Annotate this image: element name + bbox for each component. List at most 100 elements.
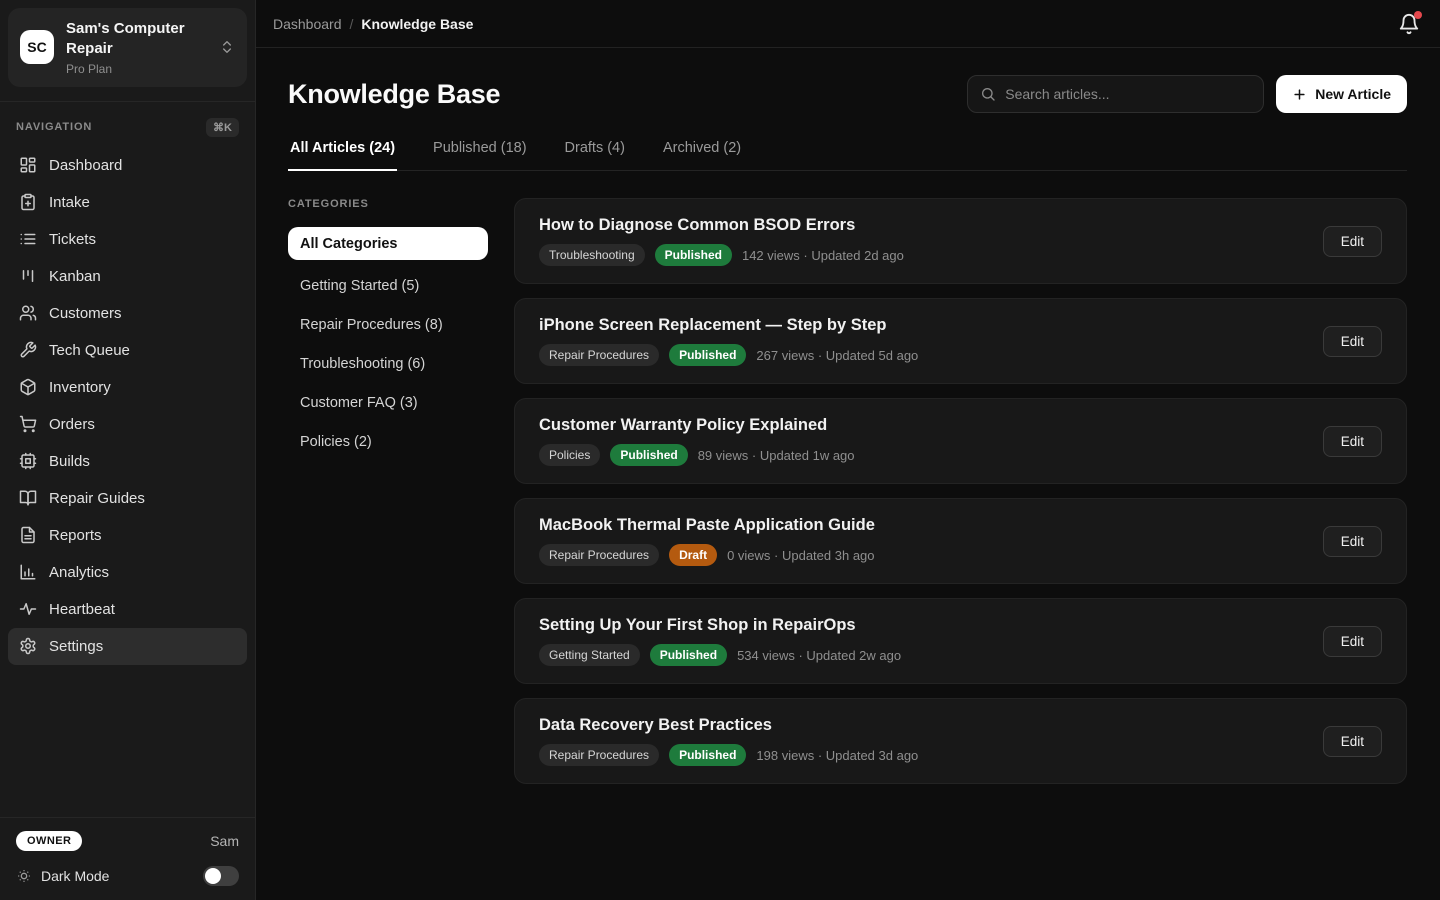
sidebar-item-reports[interactable]: Reports <box>8 517 247 554</box>
notification-dot <box>1414 11 1422 19</box>
article-status-badge: Published <box>655 244 732 266</box>
article-category-tag: Policies <box>539 444 600 466</box>
notifications-button[interactable] <box>1396 11 1422 37</box>
workspace-name: Sam's Computer Repair <box>66 19 207 60</box>
sidebar-item-kanban[interactable]: Kanban <box>8 258 247 295</box>
article-title: iPhone Screen Replacement — Step by Step <box>539 316 918 335</box>
edit-button[interactable]: Edit <box>1323 226 1382 257</box>
wrench-icon <box>19 341 37 359</box>
sun-icon <box>16 868 32 884</box>
article-category-tag: Troubleshooting <box>539 244 645 266</box>
dark-mode-label: Dark Mode <box>41 868 194 884</box>
article-title: How to Diagnose Common BSOD Errors <box>539 216 904 235</box>
tab-drafts[interactable]: Drafts (4) <box>563 140 627 171</box>
content: Knowledge Base New Article All Articles … <box>256 48 1440 900</box>
article-category-tag: Repair Procedures <box>539 344 659 366</box>
file-text-icon <box>19 526 37 544</box>
navigation-section-label: NAVIGATION <box>16 121 92 133</box>
tab-archived[interactable]: Archived (2) <box>661 140 743 171</box>
pulse-icon <box>19 600 37 618</box>
article-meta: 534 views · Updated 2w ago <box>737 648 901 663</box>
sidebar: SC Sam's Computer Repair Pro Plan NAVIGA… <box>0 0 256 900</box>
sidebar-item-orders[interactable]: Orders <box>8 406 247 443</box>
sidebar-item-dashboard[interactable]: Dashboard <box>8 147 247 184</box>
sidebar-item-label: Kanban <box>49 268 101 285</box>
gear-icon <box>19 637 37 655</box>
sidebar-item-heartbeat[interactable]: Heartbeat <box>8 591 247 628</box>
sidebar-item-inventory[interactable]: Inventory <box>8 369 247 406</box>
sidebar-item-label: Reports <box>49 527 102 544</box>
article-tabs: All Articles (24) Published (18) Drafts … <box>288 140 1407 171</box>
search-box <box>967 75 1264 113</box>
dark-mode-toggle[interactable] <box>203 866 239 886</box>
article-title: Customer Warranty Policy Explained <box>539 416 855 435</box>
article-category-tag: Repair Procedures <box>539 544 659 566</box>
sidebar-item-customers[interactable]: Customers <box>8 295 247 332</box>
bar-chart-icon <box>19 563 37 581</box>
article-card: Customer Warranty Policy Explained Polic… <box>514 398 1407 484</box>
list-icon <box>19 230 37 248</box>
book-open-icon <box>19 489 37 507</box>
sidebar-item-analytics[interactable]: Analytics <box>8 554 247 591</box>
sidebar-item-builds[interactable]: Builds <box>8 443 247 480</box>
category-troubleshooting[interactable]: Troubleshooting (6) <box>288 344 488 383</box>
article-title: Data Recovery Best Practices <box>539 716 918 735</box>
article-card: iPhone Screen Replacement — Step by Step… <box>514 298 1407 384</box>
article-title: MacBook Thermal Paste Application Guide <box>539 516 875 535</box>
sidebar-item-tickets[interactable]: Tickets <box>8 221 247 258</box>
edit-button[interactable]: Edit <box>1323 526 1382 557</box>
article-meta: 89 views · Updated 1w ago <box>698 448 855 463</box>
article-category-tag: Getting Started <box>539 644 640 666</box>
cart-icon <box>19 415 37 433</box>
sidebar-item-label: Heartbeat <box>49 601 115 618</box>
article-category-tag: Repair Procedures <box>539 744 659 766</box>
sidebar-item-intake[interactable]: Intake <box>8 184 247 221</box>
article-status-badge: Published <box>669 344 746 366</box>
package-icon <box>19 378 37 396</box>
breadcrumb-dashboard-link[interactable]: Dashboard <box>273 16 342 32</box>
tab-all-articles[interactable]: All Articles (24) <box>288 140 397 171</box>
sidebar-item-label: Inventory <box>49 379 111 396</box>
edit-button[interactable]: Edit <box>1323 626 1382 657</box>
sidebar-item-label: Repair Guides <box>49 490 145 507</box>
article-card: How to Diagnose Common BSOD Errors Troub… <box>514 198 1407 284</box>
users-icon <box>19 304 37 322</box>
breadcrumb: Dashboard / Knowledge Base <box>273 16 473 32</box>
edit-button[interactable]: Edit <box>1323 426 1382 457</box>
sidebar-nav: Dashboard Intake Tickets Kanban Customer… <box>0 147 255 665</box>
category-repair-procedures[interactable]: Repair Procedures (8) <box>288 305 488 344</box>
cpu-icon <box>19 452 37 470</box>
command-k-shortcut-badge[interactable]: ⌘K <box>206 118 239 137</box>
edit-button[interactable]: Edit <box>1323 726 1382 757</box>
main-area: Dashboard / Knowledge Base Knowledge Bas… <box>256 0 1440 900</box>
sidebar-item-label: Tickets <box>49 231 96 248</box>
edit-button[interactable]: Edit <box>1323 326 1382 357</box>
sidebar-item-label: Tech Queue <box>49 342 130 359</box>
categories-label: CATEGORIES <box>288 198 488 210</box>
sidebar-item-label: Customers <box>49 305 122 322</box>
article-status-badge: Published <box>669 744 746 766</box>
article-title: Setting Up Your First Shop in RepairOps <box>539 616 901 635</box>
category-all[interactable]: All Categories <box>288 227 488 260</box>
sidebar-item-tech-queue[interactable]: Tech Queue <box>8 332 247 369</box>
topbar: Dashboard / Knowledge Base <box>256 0 1440 48</box>
sidebar-item-repair-guides[interactable]: Repair Guides <box>8 480 247 517</box>
breadcrumb-separator: / <box>350 16 354 32</box>
new-article-button[interactable]: New Article <box>1276 75 1407 113</box>
tab-published[interactable]: Published (18) <box>431 140 529 171</box>
chevrons-up-down-icon <box>219 39 235 55</box>
workspace-avatar: SC <box>20 30 54 64</box>
article-meta: 198 views · Updated 3d ago <box>756 748 918 763</box>
article-status-badge: Published <box>610 444 687 466</box>
category-policies[interactable]: Policies (2) <box>288 422 488 461</box>
sidebar-item-label: Analytics <box>49 564 109 581</box>
article-status-badge: Draft <box>669 544 717 566</box>
search-input[interactable] <box>1005 86 1251 102</box>
category-getting-started[interactable]: Getting Started (5) <box>288 266 488 305</box>
dashboard-icon <box>19 156 37 174</box>
sidebar-item-settings[interactable]: Settings <box>8 628 247 665</box>
sidebar-item-label: Dashboard <box>49 157 122 174</box>
workspace-switcher[interactable]: SC Sam's Computer Repair Pro Plan <box>8 8 247 87</box>
article-meta: 267 views · Updated 5d ago <box>756 348 918 363</box>
category-customer-faq[interactable]: Customer FAQ (3) <box>288 383 488 422</box>
